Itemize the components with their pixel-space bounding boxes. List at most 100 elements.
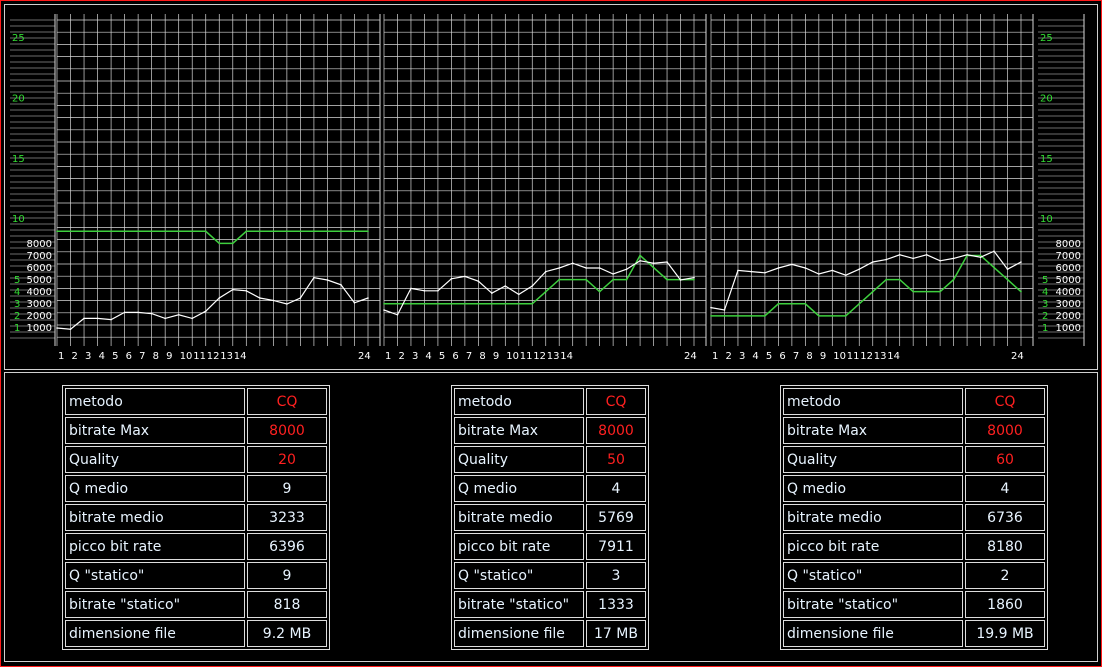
quality-point [952,278,955,281]
quality-point [150,230,153,233]
stats-label: Q medio [65,475,245,502]
bitrate-point [693,276,695,279]
quality-point [666,278,668,281]
quality-point [245,230,248,233]
quality-point [558,278,561,281]
stats-row: bitrate medio 6736 [783,504,1045,531]
bitrate-tick-label: 1000 [1056,323,1081,334]
bitrate-tick-label: 2000 [1056,311,1081,322]
bitrate-point [764,272,766,274]
bitrate-point [531,285,534,287]
x-tick-label: 8 [479,351,485,362]
stats-table-1: metodo CQ bitrate Max 8000 Quality 20 Q medio 9… [62,385,330,650]
x-tick-label: 6 [779,351,785,362]
bitrate-tick-label: 4000 [1056,287,1081,298]
x-tick-label: 7 [466,351,472,362]
bitrate-series-line [383,260,695,316]
quality-point [340,230,342,233]
stats-label: Q medio [783,475,963,502]
small-tick-label: 1 [1042,323,1048,334]
stats-row: bitrate medio 3233 [65,504,327,531]
small-tick-label: 2 [1042,311,1048,322]
stats-value: 7911 [586,533,646,560]
x-tick-label: 14 [560,351,573,362]
bitrate-point [137,311,139,314]
x-tick-label: 9 [820,351,826,362]
quality-point [710,315,712,317]
bitrate-point [558,267,561,269]
quality-point [885,278,888,281]
stats-row: dimensione file 17 MB [454,620,646,647]
stats-label: bitrate Max [454,417,584,444]
quality-point [693,278,695,281]
quality-tick-label: 15 [12,154,25,165]
stats-value: 1860 [965,591,1045,618]
stats-label: Quality [783,446,963,473]
x-tick-label: 8 [806,351,812,362]
stats-label: bitrate "statico" [454,591,584,618]
stats-row: Q "statico" 9 [65,562,327,589]
stats-label: Quality [454,446,584,473]
stats-row: Q medio 9 [65,475,327,502]
bitrate-point [666,261,668,263]
quality-point [299,230,302,233]
bitrate-point [750,270,753,273]
bitrate-point [123,311,126,314]
quality-point [723,315,726,317]
small-tick-label: 4 [14,287,20,298]
bitrate-point [804,267,807,269]
bitrate-tick-label: 3000 [1056,299,1081,310]
stats-row: metodo CQ [65,388,327,415]
bitrate-point [83,317,85,320]
quality-point [1006,278,1009,281]
bitrate-point [245,290,248,292]
stats-label: Q medio [454,475,584,502]
quality-point [979,254,982,257]
stats-row: Q medio 4 [783,475,1045,502]
quality-point [437,302,439,305]
x-tick-label: 9 [493,351,499,362]
stats-value: 19.9 MB [965,620,1045,647]
stats-row: bitrate "statico" 1333 [454,591,646,618]
x-tick-label: 1 [712,351,718,362]
quality-point [571,278,574,281]
stats-value: 8000 [965,417,1045,444]
x-tick-label: 7 [139,351,145,362]
stats-row: bitrate Max 8000 [454,417,646,444]
quality-point [912,290,914,293]
x-tick-label: 4 [99,351,105,362]
quality-point [585,278,587,281]
x-tick-label: 1 [385,351,391,362]
small-tick-label: 2 [14,311,20,322]
bitrate-point [218,297,221,299]
stats-value: 17 MB [586,620,646,647]
x-tick-label: 9 [166,351,172,362]
bitrate-point [571,262,574,265]
x-tick-label: 12 [860,351,873,362]
quality-point [639,254,641,257]
stats-label: bitrate "statico" [783,591,963,618]
quality-point [777,302,780,305]
bitrate-tick-label: 7000 [1056,251,1081,262]
stats-value: 4 [965,475,1045,502]
quality-point [396,302,399,305]
bitrate-point [639,260,641,262]
bitrate-point [939,260,941,262]
bitrate-point [367,297,369,299]
small-tick-label: 5 [14,275,20,286]
bitrate-point [450,278,453,280]
quality-point [791,302,793,305]
x-tick-label: 11 [520,351,533,362]
quality-point [464,302,466,305]
quality-point [925,290,928,293]
bitrate-tick-label: 1000 [27,323,52,334]
bitrate-point [491,292,493,295]
x-tick-label: 14 [887,351,900,362]
quality-point [491,302,493,305]
quality-point [367,230,369,233]
bitrate-point [353,302,356,304]
stats-row: metodo CQ [783,388,1045,415]
x-tick-label: 14 [234,351,247,362]
stats-label: metodo [65,388,245,415]
stats-value: 3 [586,562,646,589]
